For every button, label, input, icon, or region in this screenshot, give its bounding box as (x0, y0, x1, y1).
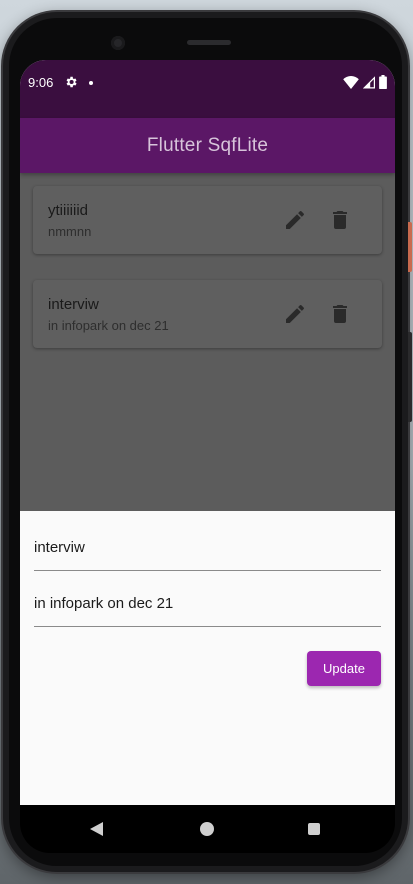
side-button-top (408, 222, 412, 272)
page-title: Flutter SqfLite (146, 134, 269, 156)
recents-icon[interactable] (308, 823, 320, 835)
status-bar: 9:06 (20, 60, 395, 118)
trash-icon[interactable] (328, 302, 352, 326)
system-nav-bar (20, 805, 395, 853)
app-screen: 9:06 Flutter SqfLite ytiiiiiid nmmnn int… (20, 60, 395, 805)
note-description: in infopark on dec 21 (48, 318, 169, 333)
title-field[interactable]: interviw (34, 526, 381, 571)
note-description: nmmnn (48, 224, 92, 239)
note-card[interactable]: interviw in infopark on dec 21 (33, 280, 382, 348)
earpiece-speaker (187, 40, 231, 45)
back-icon[interactable] (90, 822, 104, 836)
battery-icon (379, 75, 387, 89)
signal-icon (363, 75, 375, 88)
front-camera (111, 36, 125, 50)
note-title: interviw (48, 296, 99, 313)
edit-pencil-icon[interactable] (283, 208, 307, 232)
trash-icon[interactable] (328, 208, 352, 232)
update-button[interactable]: Update (307, 651, 381, 686)
notification-dot-icon (89, 81, 93, 85)
settings-icon (66, 76, 77, 88)
status-indicators (343, 75, 387, 89)
side-button-volume (408, 332, 412, 422)
status-time: 9:06 (28, 75, 54, 90)
note-card[interactable]: ytiiiiiid nmmnn (33, 186, 382, 254)
note-title: ytiiiiiid (48, 202, 89, 219)
edit-pencil-icon[interactable] (283, 302, 307, 326)
edit-bottom-sheet: interviw in infopark on dec 21 Update (20, 511, 395, 805)
title-input-value: interviw (34, 539, 85, 556)
wifi-icon (343, 75, 359, 89)
description-input-value: in infopark on dec 21 (34, 595, 174, 612)
app-bar: Flutter SqfLite (20, 118, 395, 173)
home-icon[interactable] (200, 822, 214, 836)
description-field[interactable]: in infopark on dec 21 (34, 582, 381, 627)
